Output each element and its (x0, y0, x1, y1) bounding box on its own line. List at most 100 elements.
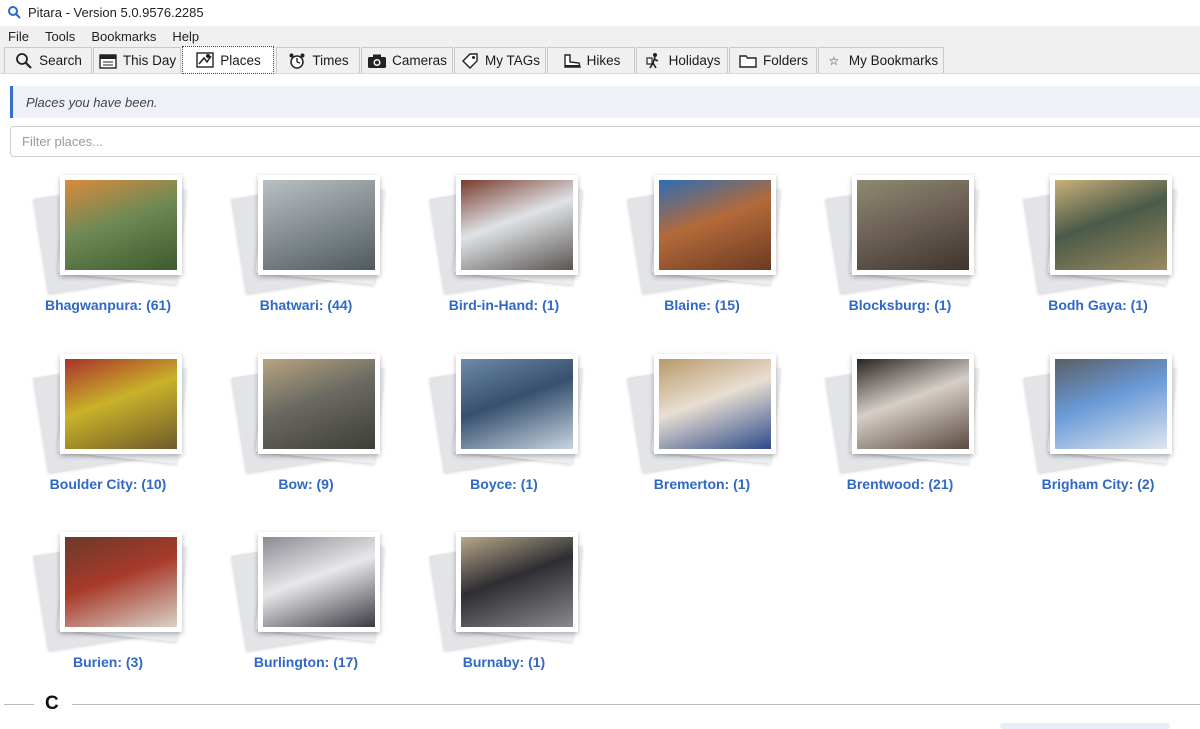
place-thumbnail[interactable] (258, 532, 380, 632)
place-thumbnail[interactable] (456, 175, 578, 275)
place-thumbnail[interactable] (654, 175, 776, 275)
photo-stack[interactable] (627, 354, 782, 473)
tab-holidays[interactable]: Holidays (636, 47, 728, 73)
photo-stack[interactable] (627, 175, 782, 294)
tab-my-tags[interactable]: My TAGs (454, 47, 546, 73)
magnifier-icon (6, 4, 22, 20)
place-thumbnail[interactable] (456, 532, 578, 632)
place-card-burnaby[interactable]: Burnaby: (1) (414, 532, 594, 692)
tab-cameras-label: Cameras (392, 53, 447, 68)
tab-hikes[interactable]: Hikes (547, 47, 635, 73)
place-card-burien[interactable]: Burien: (3) (18, 532, 198, 692)
info-banner-text: Places you have been. (26, 94, 158, 110)
title-bar: Pitara - Version 5.0.9576.2285 (0, 0, 1200, 24)
place-label[interactable]: Bremerton: (1) (612, 476, 792, 492)
photo-stack[interactable] (825, 175, 980, 294)
photo-stack[interactable] (1023, 354, 1178, 473)
place-label[interactable]: Blocksburg: (1) (810, 297, 990, 313)
filter-places-input[interactable] (11, 127, 1200, 156)
tab-folders[interactable]: Folders (729, 47, 817, 73)
tab-this-day-label: This Day (122, 53, 177, 68)
place-card-bhagwanpura[interactable]: Bhagwanpura: (61) (18, 175, 198, 335)
place-thumbnail[interactable] (60, 175, 182, 275)
photo-stack[interactable] (33, 532, 188, 651)
place-label[interactable]: Bow: (9) (216, 476, 396, 492)
tab-this-day[interactable]: This Day (93, 47, 181, 73)
place-card-brentwood[interactable]: Brentwood: (21) (810, 354, 990, 514)
menu-bookmarks[interactable]: Bookmarks (83, 29, 164, 44)
place-card-bhatwari[interactable]: Bhatwari: (44) (216, 175, 396, 335)
place-label[interactable]: Boulder City: (10) (18, 476, 198, 492)
calendar-icon (98, 52, 118, 70)
tab-search-label: Search (39, 53, 82, 68)
photo-stack[interactable] (231, 532, 386, 651)
tab-search[interactable]: Search (4, 47, 92, 73)
tab-times[interactable]: Times (276, 47, 360, 73)
place-label[interactable]: Brentwood: (21) (810, 476, 990, 492)
place-thumbnail[interactable] (456, 354, 578, 454)
section-divider: C (0, 690, 1200, 720)
place-card-bremerton[interactable]: Bremerton: (1) (612, 354, 792, 514)
tab-places[interactable]: Places (182, 46, 274, 74)
place-thumbnail[interactable] (60, 354, 182, 454)
place-card-blaine[interactable]: Blaine: (15) (612, 175, 792, 335)
filter-places-field[interactable] (10, 126, 1200, 157)
place-label[interactable]: Bird-in-Hand: (1) (414, 297, 594, 313)
photo-stack[interactable] (231, 354, 386, 473)
photo-stack[interactable] (429, 532, 584, 651)
window-title: Pitara - Version 5.0.9576.2285 (28, 4, 204, 20)
place-thumbnail[interactable] (1050, 354, 1172, 454)
place-label[interactable]: Bhagwanpura: (61) (18, 297, 198, 313)
place-card-blocksburg[interactable]: Blocksburg: (1) (810, 175, 990, 335)
horizontal-scrollbar[interactable] (1000, 723, 1170, 729)
tab-places-label: Places (220, 52, 261, 68)
camera-icon (367, 52, 387, 70)
photo-stack[interactable] (429, 175, 584, 294)
place-card-bird-in-hand[interactable]: Bird-in-Hand: (1) (414, 175, 594, 335)
photo-stack[interactable] (33, 354, 188, 473)
photo-stack[interactable] (429, 354, 584, 473)
place-thumbnail[interactable] (654, 354, 776, 454)
photo-stack[interactable] (231, 175, 386, 294)
tab-my-bookmarks-label: My Bookmarks (848, 53, 939, 68)
photo-stack[interactable] (1023, 175, 1178, 294)
place-label[interactable]: Boyce: (1) (414, 476, 594, 492)
menu-file[interactable]: File (0, 29, 37, 44)
place-card-brigham-city[interactable]: Brigham City: (2) (1008, 354, 1188, 514)
menu-help[interactable]: Help (164, 29, 207, 44)
place-card-boyce[interactable]: Boyce: (1) (414, 354, 594, 514)
tab-my-tags-label: My TAGs (484, 53, 540, 68)
tab-my-bookmarks[interactable]: ☆ My Bookmarks (818, 47, 944, 73)
place-thumbnail[interactable] (258, 175, 380, 275)
place-label[interactable]: Bhatwari: (44) (216, 297, 396, 313)
place-label[interactable]: Burlington: (17) (216, 654, 396, 670)
place-thumbnail[interactable] (852, 354, 974, 454)
place-card-burlington[interactable]: Burlington: (17) (216, 532, 396, 692)
place-thumbnail[interactable] (60, 532, 182, 632)
menu-bar: File Tools Bookmarks Help (0, 26, 1200, 46)
place-label[interactable]: Blaine: (15) (612, 297, 792, 313)
folder-icon (738, 52, 758, 70)
menu-tools[interactable]: Tools (37, 29, 83, 44)
place-card-bodh-gaya[interactable]: Bodh Gaya: (1) (1008, 175, 1188, 335)
section-letter: C (45, 693, 59, 714)
place-label[interactable]: Burien: (3) (18, 654, 198, 670)
tab-cameras[interactable]: Cameras (361, 47, 453, 73)
divider-line (72, 704, 1200, 705)
place-thumbnail[interactable] (258, 354, 380, 454)
search-icon (14, 52, 34, 70)
boot-icon (562, 52, 582, 70)
photo-stack[interactable] (33, 175, 188, 294)
place-label[interactable]: Burnaby: (1) (414, 654, 594, 670)
place-card-bow[interactable]: Bow: (9) (216, 354, 396, 514)
alarm-clock-icon (287, 52, 307, 70)
place-label[interactable]: Bodh Gaya: (1) (1008, 297, 1188, 313)
photo-stack[interactable] (825, 354, 980, 473)
place-label[interactable]: Brigham City: (2) (1008, 476, 1188, 492)
map-icon (195, 51, 215, 69)
place-thumbnail[interactable] (1050, 175, 1172, 275)
tab-times-label: Times (312, 53, 349, 68)
divider-line (4, 704, 34, 705)
place-thumbnail[interactable] (852, 175, 974, 275)
place-card-boulder-city[interactable]: Boulder City: (10) (18, 354, 198, 514)
